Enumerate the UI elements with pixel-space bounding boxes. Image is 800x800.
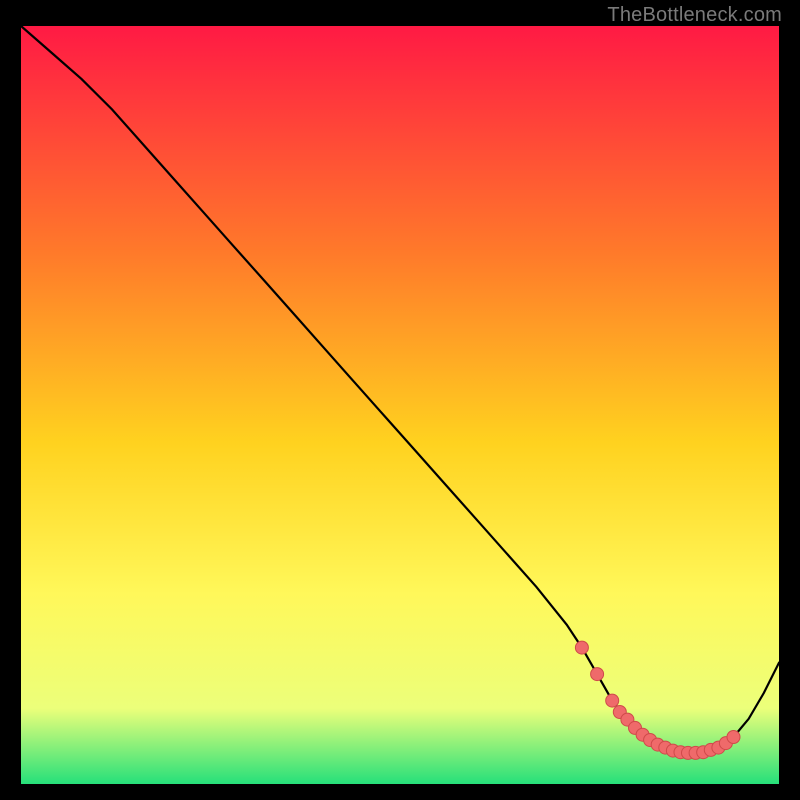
- attribution-text: TheBottleneck.com: [607, 4, 782, 27]
- gradient-background: [21, 26, 779, 784]
- optimal-marker: [727, 731, 740, 744]
- chart-canvas: [21, 26, 779, 784]
- optimal-marker: [575, 641, 588, 654]
- optimal-marker: [606, 694, 619, 707]
- bottleneck-chart: [21, 26, 779, 784]
- optimal-marker: [591, 668, 604, 681]
